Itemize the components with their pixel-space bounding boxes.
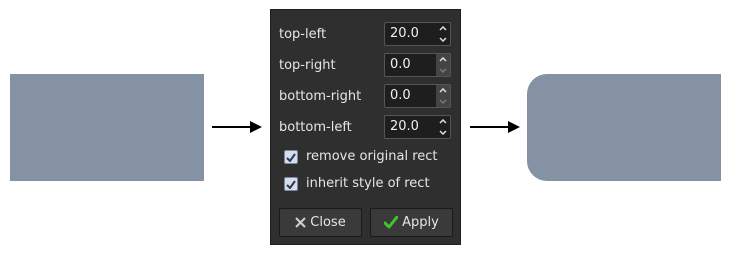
remove-original-rect-checkbox[interactable] — [284, 150, 298, 164]
result-rounded-rect-preview — [527, 74, 721, 181]
original-rect-preview — [10, 74, 204, 181]
checkmark-icon — [384, 216, 399, 229]
chevron-up-icon[interactable] — [436, 23, 450, 34]
bottom-left-value[interactable]: 20.0 — [390, 119, 419, 135]
top-left-spinbox[interactable]: 20.0 — [384, 22, 451, 46]
top-right-label: top-right — [279, 58, 336, 73]
chevron-up-icon[interactable] — [436, 116, 450, 127]
chevron-down-icon[interactable] — [436, 65, 450, 76]
bottom-right-label: bottom-right — [279, 89, 362, 104]
apply-button[interactable]: Apply — [370, 208, 453, 237]
chevron-down-icon[interactable] — [436, 127, 450, 138]
arrow-right-icon — [212, 121, 262, 133]
top-right-value[interactable]: 0.0 — [390, 57, 411, 73]
chevron-down-icon[interactable] — [436, 96, 450, 107]
rounded-corners-dialog: top-left 20.0 top-right 0.0 bottom-right… — [270, 9, 461, 245]
remove-original-rect-label[interactable]: remove original rect — [306, 149, 438, 165]
bottom-right-value[interactable]: 0.0 — [390, 88, 411, 104]
arrow-right-icon — [470, 121, 520, 133]
inherit-style-checkbox[interactable] — [284, 177, 298, 191]
chevron-up-icon[interactable] — [436, 54, 450, 65]
close-button-label: Close — [310, 215, 346, 230]
top-right-spinbox[interactable]: 0.0 — [384, 53, 451, 77]
chevron-up-icon[interactable] — [436, 85, 450, 96]
bottom-right-spinbox[interactable]: 0.0 — [384, 84, 451, 108]
inherit-style-label[interactable]: inherit style of rect — [306, 176, 430, 192]
checkbox-checked-icon — [286, 152, 296, 162]
chevron-down-icon[interactable] — [436, 34, 450, 45]
apply-button-label: Apply — [402, 215, 439, 230]
bottom-left-spinbox[interactable]: 20.0 — [384, 115, 451, 139]
close-x-icon — [295, 217, 306, 228]
top-left-label: top-left — [279, 27, 327, 42]
checkbox-checked-icon — [286, 179, 296, 189]
bottom-left-label: bottom-left — [279, 120, 352, 135]
close-button[interactable]: Close — [279, 208, 362, 237]
top-left-value[interactable]: 20.0 — [390, 26, 419, 42]
